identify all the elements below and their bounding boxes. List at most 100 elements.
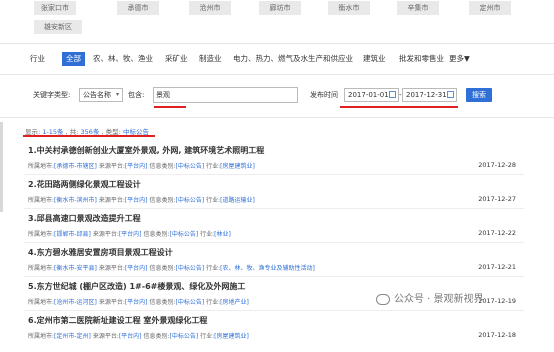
list-item[interactable]: 6.定州市第二医院新址建设工程 室外景观绿化工程 所属地市:[定州市-定州] 来… [28, 315, 524, 345]
region-label: 所属地市: [28, 299, 55, 306]
list-item[interactable]: 1.中关村承德创新创业大厦室外景观, 外网, 建筑环境艺术照明工程 所属地市:[… [24, 145, 524, 175]
calendar-icon[interactable] [447, 91, 454, 98]
result-title[interactable]: 2.花田路两侧绿化景观工程设计 [28, 179, 141, 190]
platform-label: 来源平台: [98, 163, 125, 170]
divider [0, 117, 554, 118]
platform-label: 来源平台: [98, 265, 125, 272]
industry-all-button[interactable]: 全部 [62, 52, 85, 66]
result-date: 2017-12-21 [478, 263, 516, 271]
category-value[interactable]: [中标公告] [175, 265, 204, 272]
row-divider [24, 310, 524, 311]
list-item[interactable]: 2.花田路两侧绿化景观工程设计 所属地市:[衡水市-滨州市] 来源平台:[平台内… [24, 179, 524, 209]
category-value[interactable]: [中标公告] [169, 231, 198, 238]
platform-value[interactable]: [平台内] [119, 333, 142, 340]
industry-value[interactable]: [房地产业] [220, 299, 249, 306]
watermark: 公众号 · 景观新视界 [376, 290, 484, 305]
region-label: 所属地市: [28, 333, 55, 340]
result-date: 2017-12-28 [478, 161, 516, 169]
industry-meta-label: 行业: [206, 265, 221, 272]
industry-value[interactable]: [林业] [214, 231, 231, 238]
divider [0, 74, 554, 75]
list-item[interactable]: 3.邱县高速口景观改造提升工程 所属地市:[邯郸市-邱县] 来源平台:[平台内]… [24, 213, 524, 243]
platform-label: 来源平台: [98, 299, 125, 306]
search-button[interactable]: 搜索 [466, 88, 492, 102]
result-date: 2017-12-22 [478, 229, 516, 237]
region-value[interactable]: [定州市-定州] [54, 333, 91, 340]
result-title[interactable]: 3.邱县高速口景观改造提升工程 [28, 213, 141, 224]
category-value[interactable]: [中标公告] [175, 163, 204, 170]
industry-utilities[interactable]: 电力、热力、燃气及水生产和供应业 [233, 52, 353, 66]
region-value[interactable]: [承德市-市辖区] [54, 163, 97, 170]
platform-label: 来源平台: [92, 231, 119, 238]
industry-more-dropdown[interactable]: 更多▼ [449, 52, 470, 66]
publish-time-label: 发布时间 [310, 91, 338, 99]
category-value[interactable]: [中标公告] [175, 197, 204, 204]
platform-value[interactable]: [平台内] [125, 163, 148, 170]
industry-construction[interactable]: 建筑业 [363, 52, 386, 66]
industry-label: 行业 [30, 54, 45, 63]
platform-value[interactable]: [平台内] [125, 197, 148, 204]
chevron-down-icon: ▾ [115, 91, 119, 98]
result-meta: 所属地市:[衡水市-滨州市] 来源平台:[平台内] 信息类别:[中标公告] 行业… [28, 195, 255, 204]
platform-value[interactable]: [平台内] [125, 299, 148, 306]
industry-meta-label: 行业: [200, 231, 215, 238]
city-zhangjiakou[interactable]: 张家口市 [34, 1, 76, 15]
city-xiongan[interactable]: 雄安新区 [34, 20, 82, 34]
date-to-field[interactable]: 2017-12-31 [402, 88, 457, 102]
region-label: 所属地市: [28, 231, 55, 238]
city-hengshui[interactable]: 衡水市 [328, 1, 370, 15]
keyword-input[interactable]: 景观 [153, 87, 298, 103]
industry-manufacturing[interactable]: 制造业 [199, 52, 222, 66]
region-value[interactable]: [衡水市-安平县] [54, 265, 97, 272]
industry-agriculture[interactable]: 农、林、牧、渔业 [93, 52, 153, 66]
industry-value[interactable]: [道路运输业] [220, 197, 255, 204]
date-highlight-underline [340, 106, 458, 108]
result-title[interactable]: 1.中关村承德创新创业大厦室外景观, 外网, 建筑环境艺术照明工程 [28, 145, 264, 156]
city-dingzhou[interactable]: 定州市 [469, 1, 511, 15]
industry-value[interactable]: [农、林、牧、渔专业及辅助性活动] [220, 265, 315, 272]
watermark-text: 公众号 · 景观新视界 [394, 294, 484, 305]
result-title[interactable]: 5.东方世纪城 (棚户区改造) 1#-6#楼景观、绿化及外网施工 [28, 281, 245, 292]
city-xinji[interactable]: 辛集市 [397, 1, 439, 15]
row-divider [24, 174, 524, 175]
result-title[interactable]: 4.东方碧水雅居安置房项目景观工程设计 [28, 247, 173, 258]
search-bar: 关键字类型: 公告名称 ▾ 包含: 景观 发布时间 2017-01-01 - 2… [0, 86, 554, 104]
result-meta: 所属地市:[沧州市-运河区] 来源平台:[平台内] 信息类别:[中标公告] 行业… [28, 297, 249, 306]
region-value[interactable]: [沧州市-运河区] [54, 299, 97, 306]
wechat-icon [376, 293, 390, 305]
keyword-type-select[interactable]: 公告名称 ▾ [79, 88, 123, 102]
list-item[interactable]: 4.东方碧水雅居安置房项目景观工程设计 所属地市:[衡水市-安平县] 来源平台:… [24, 247, 524, 277]
result-date: 2017-12-27 [478, 195, 516, 203]
category-label: 信息类别: [149, 163, 176, 170]
region-label: 所属地市: [28, 265, 55, 272]
industry-meta-label: 行业: [206, 299, 221, 306]
keyword-highlight-underline [154, 106, 186, 108]
divider [0, 43, 554, 44]
date-from-field[interactable]: 2017-01-01 [344, 88, 399, 102]
row-divider [24, 208, 524, 209]
row-divider [24, 276, 524, 277]
city-cangzhou[interactable]: 沧州市 [189, 1, 231, 15]
platform-label: 来源平台: [98, 197, 125, 204]
industry-mining[interactable]: 采矿业 [165, 52, 188, 66]
industry-wholesale-retail[interactable]: 批发和零售业 [399, 52, 444, 66]
region-label: 所属地市: [28, 163, 55, 170]
industry-filter: 行业 全部 农、林、牧、渔业 采矿业 制造业 电力、热力、燃气及水生产和供应业 … [30, 52, 550, 66]
city-chengde[interactable]: 承德市 [117, 1, 159, 15]
category-value[interactable]: [中标公告] [175, 299, 204, 306]
region-label: 所属地市: [28, 197, 55, 204]
result-title[interactable]: 6.定州市第二医院新址建设工程 室外景观绿化工程 [28, 315, 207, 326]
calendar-icon[interactable] [389, 91, 396, 98]
platform-value[interactable]: [平台内] [119, 231, 142, 238]
industry-meta-label: 行业: [200, 333, 215, 340]
region-value[interactable]: [邯郸市-邱县] [54, 231, 91, 238]
industry-value[interactable]: [房屋建筑业] [220, 163, 255, 170]
platform-value[interactable]: [平台内] [125, 265, 148, 272]
industry-meta-label: 行业: [206, 163, 221, 170]
industry-value[interactable]: [房屋建筑业] [214, 333, 249, 340]
city-langfang[interactable]: 廊坊市 [259, 1, 301, 15]
region-value[interactable]: [衡水市-滨州市] [54, 197, 97, 204]
category-label: 信息类别: [143, 333, 170, 340]
category-label: 信息类别: [149, 197, 176, 204]
category-value[interactable]: [中标公告] [169, 333, 198, 340]
